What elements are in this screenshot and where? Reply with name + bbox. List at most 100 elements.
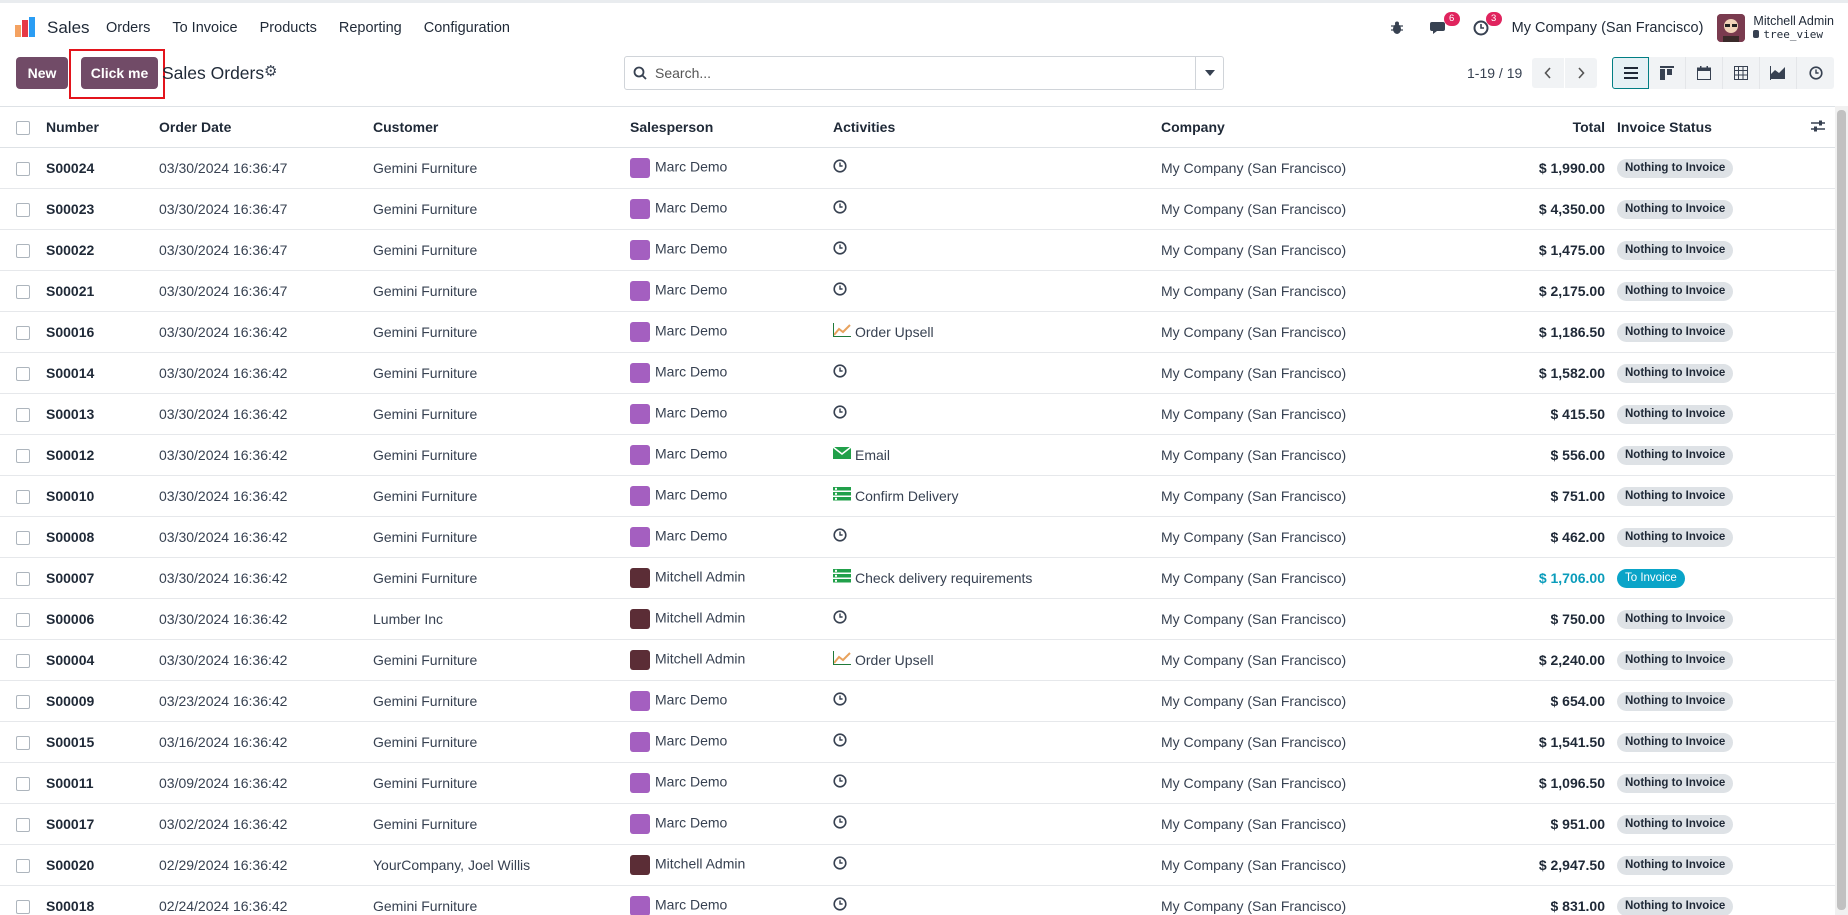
select-all-checkbox[interactable] [16,120,30,135]
activity-cell[interactable] [829,598,1157,640]
order-number[interactable]: S00007 [42,557,155,599]
row-checkbox[interactable] [16,284,30,299]
clock-icon[interactable] [833,897,847,914]
clock-icon[interactable] [833,774,847,791]
avatar[interactable] [1717,14,1746,42]
clock-icon[interactable] [833,610,847,627]
row-checkbox[interactable] [16,735,30,750]
table-row[interactable]: S00012 03/30/2024 16:36:42 Gemini Furnit… [0,434,1835,476]
column-header-invoice-status[interactable]: Invoice Status [1613,107,1746,148]
menu-to-invoice[interactable]: To Invoice [172,20,237,36]
row-checkbox[interactable] [16,776,30,791]
column-header-customer[interactable]: Customer [369,107,626,148]
calendar-view-button[interactable] [1686,57,1723,89]
table-row[interactable]: S00023 03/30/2024 16:36:47 Gemini Furnit… [0,188,1835,230]
table-row[interactable]: S00017 03/02/2024 16:36:42 Gemini Furnit… [0,803,1835,845]
activity-cell[interactable]: Order Upsell [829,639,1157,681]
sales-app-logo-icon[interactable] [14,16,36,38]
table-row[interactable]: S00020 02/29/2024 16:36:42 YourCompany, … [0,844,1835,886]
clock-icon[interactable] [833,692,847,709]
order-number[interactable]: S00015 [42,721,155,763]
table-row[interactable]: S00009 03/23/2024 16:36:42 Gemini Furnit… [0,680,1835,722]
menu-products[interactable]: Products [260,20,317,36]
pivot-view-button[interactable] [1723,57,1760,89]
row-checkbox[interactable] [16,161,30,176]
upsell-chart-icon[interactable] [833,323,851,340]
pager-next-button[interactable] [1565,58,1597,88]
row-checkbox[interactable] [16,243,30,258]
table-row[interactable]: S00013 03/30/2024 16:36:42 Gemini Furnit… [0,393,1835,435]
row-checkbox[interactable] [16,612,30,627]
user-menu[interactable]: Mitchell Admin tree_view [1753,14,1834,42]
activity-cell[interactable]: Check delivery requirements [829,557,1157,599]
order-number[interactable]: S00023 [42,188,155,230]
row-checkbox[interactable] [16,899,30,914]
table-row[interactable]: S00015 03/16/2024 16:36:42 Gemini Furnit… [0,721,1835,763]
clock-icon[interactable] [833,159,847,176]
pager-value[interactable]: 1-19 / 19 [1467,65,1522,81]
order-number[interactable]: S00024 [42,147,155,189]
row-checkbox[interactable] [16,530,30,545]
row-checkbox[interactable] [16,325,30,340]
row-checkbox[interactable] [16,858,30,873]
clock-icon[interactable] [833,856,847,873]
order-number[interactable]: S00017 [42,803,155,845]
activity-cell[interactable]: Order Upsell [829,311,1157,353]
order-number[interactable]: S00010 [42,475,155,517]
table-row[interactable]: S00014 03/30/2024 16:36:42 Gemini Furnit… [0,352,1835,394]
new-button[interactable]: New [16,57,68,89]
debug-bug-icon[interactable] [1386,17,1408,39]
clock-icon[interactable] [833,364,847,381]
activity-cell[interactable] [829,516,1157,558]
table-row[interactable]: S00021 03/30/2024 16:36:47 Gemini Furnit… [0,270,1835,312]
order-number[interactable]: S00021 [42,270,155,312]
menu-orders[interactable]: Orders [106,20,150,36]
kanban-view-button[interactable] [1649,57,1686,89]
column-header-order-date[interactable]: Order Date [155,107,369,148]
table-row[interactable]: S00007 03/30/2024 16:36:42 Gemini Furnit… [0,557,1835,599]
upsell-chart-icon[interactable] [833,651,851,668]
row-checkbox[interactable] [16,366,30,381]
table-row[interactable]: S00004 03/30/2024 16:36:42 Gemini Furnit… [0,639,1835,681]
order-number[interactable]: S00004 [42,639,155,681]
gear-icon[interactable]: ⚙ [264,64,278,79]
column-header-total[interactable]: Total [1409,107,1613,148]
row-checkbox[interactable] [16,817,30,832]
row-checkbox[interactable] [16,571,30,586]
order-number[interactable]: S00016 [42,311,155,353]
todo-list-icon[interactable] [833,569,851,586]
table-row[interactable]: S00008 03/30/2024 16:36:42 Gemini Furnit… [0,516,1835,558]
table-row[interactable]: S00018 02/24/2024 16:36:42 Gemini Furnit… [0,885,1835,915]
row-checkbox[interactable] [16,653,30,668]
table-row[interactable]: S00006 03/30/2024 16:36:42 Lumber Inc Mi… [0,598,1835,640]
click-me-button[interactable]: Click me [81,57,158,89]
activity-cell[interactable] [829,721,1157,763]
order-number[interactable]: S00008 [42,516,155,558]
order-number[interactable]: S00011 [42,762,155,804]
row-checkbox[interactable] [16,202,30,217]
list-view-button[interactable] [1612,57,1649,89]
row-checkbox[interactable] [16,407,30,422]
clock-icon[interactable] [833,241,847,258]
app-name[interactable]: Sales [47,18,90,38]
activity-cell[interactable] [829,844,1157,886]
activity-cell[interactable] [829,147,1157,189]
activity-cell[interactable] [829,885,1157,915]
todo-list-icon[interactable] [833,487,851,504]
order-number[interactable]: S00009 [42,680,155,722]
email-icon[interactable] [832,446,852,463]
clock-icon[interactable] [833,405,847,422]
activity-cell[interactable] [829,762,1157,804]
order-number[interactable]: S00014 [42,352,155,394]
activity-cell[interactable]: Confirm Delivery [829,475,1157,517]
order-number[interactable]: S00013 [42,393,155,435]
order-number[interactable]: S00006 [42,598,155,640]
company-switcher[interactable]: My Company (San Francisco) [1512,20,1704,36]
menu-reporting[interactable]: Reporting [339,20,402,36]
activity-cell[interactable] [829,270,1157,312]
row-checkbox[interactable] [16,489,30,504]
activity-cell[interactable] [829,188,1157,230]
menu-configuration[interactable]: Configuration [424,20,510,36]
clock-icon[interactable] [833,815,847,832]
scrollbar-thumb[interactable] [1837,110,1846,910]
